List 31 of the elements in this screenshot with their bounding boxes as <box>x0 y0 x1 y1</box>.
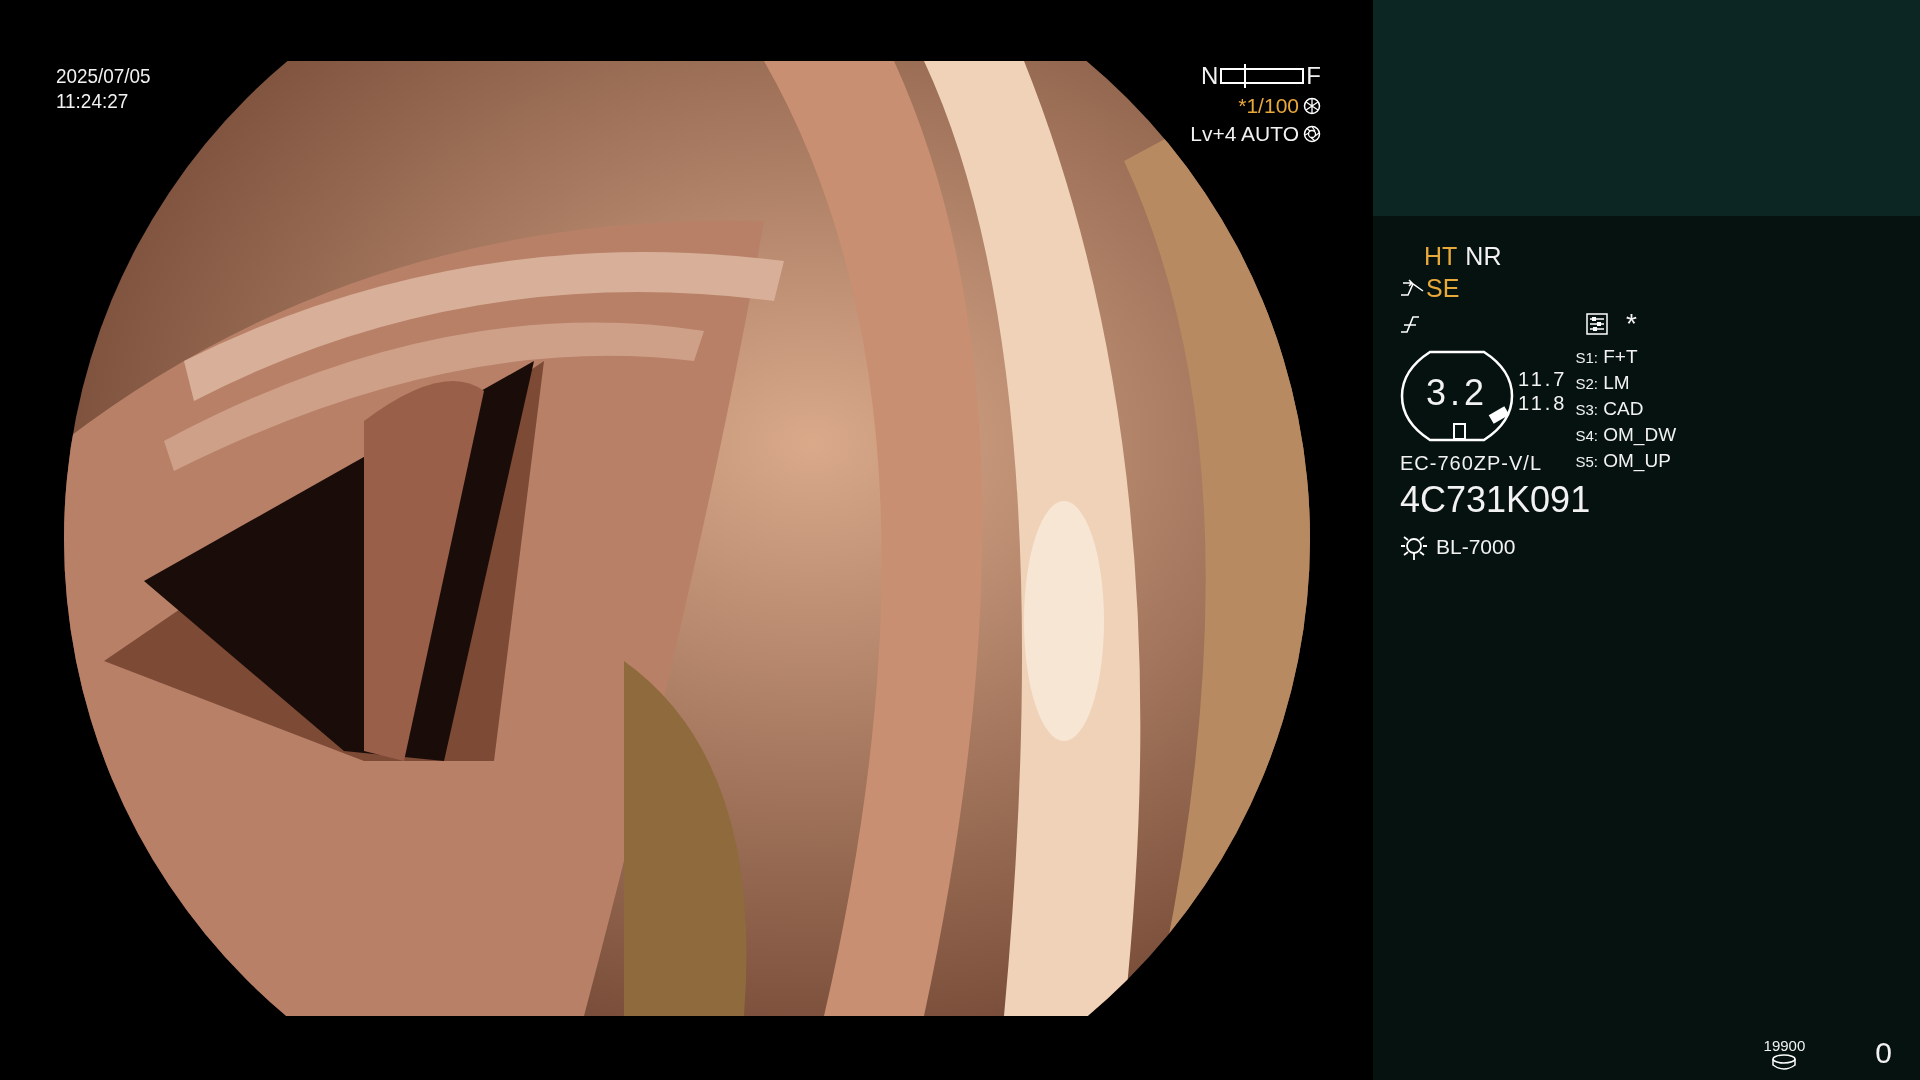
gauge-value: 3.2 <box>1426 372 1489 414</box>
storage-count: 19900 <box>1763 1037 1806 1054</box>
mode-label: HT <box>1424 241 1458 271</box>
far-label: F <box>1306 62 1321 90</box>
date-text: 2025/07/05 <box>56 63 151 88</box>
scope-model: EC-760ZP-V/L <box>1400 452 1543 475</box>
gauge-icon <box>1400 350 1514 442</box>
switch-label: S5: OM_UP <box>1575 449 1672 474</box>
reading-text: 11.7 <box>1518 368 1568 391</box>
lamp-icon <box>1400 533 1428 561</box>
reading-text: 11.8 <box>1518 392 1568 415</box>
time-text: 11:24:27 <box>56 88 130 113</box>
near-label: N <box>1201 62 1219 90</box>
shutter-text: *1/100 <box>1238 94 1299 118</box>
brightness-text: Lv+4 AUTO <box>1190 122 1299 146</box>
counter-text: 0 <box>1875 1036 1892 1070</box>
switch-label: S2: LM <box>1575 371 1631 395</box>
aperture-icon <box>1303 97 1321 115</box>
iris-icon <box>1303 125 1321 143</box>
settings-icon <box>1586 313 1608 335</box>
switch-label: S1: F+T <box>1575 345 1639 369</box>
enhance-icon <box>1400 279 1424 297</box>
mode-label: NR <box>1465 241 1502 271</box>
serial-number: 4C731K091 <box>1400 479 1591 521</box>
light-source-text: BL-7000 <box>1436 535 1516 559</box>
switch-label: S4: OM_DW <box>1575 423 1677 448</box>
disk-icon <box>1771 1054 1798 1070</box>
asterisk-mark: * <box>1626 308 1637 340</box>
curve-icon <box>1400 314 1420 334</box>
switch-label: S3: CAD <box>1575 397 1645 421</box>
mode-label: SE <box>1426 273 1460 303</box>
